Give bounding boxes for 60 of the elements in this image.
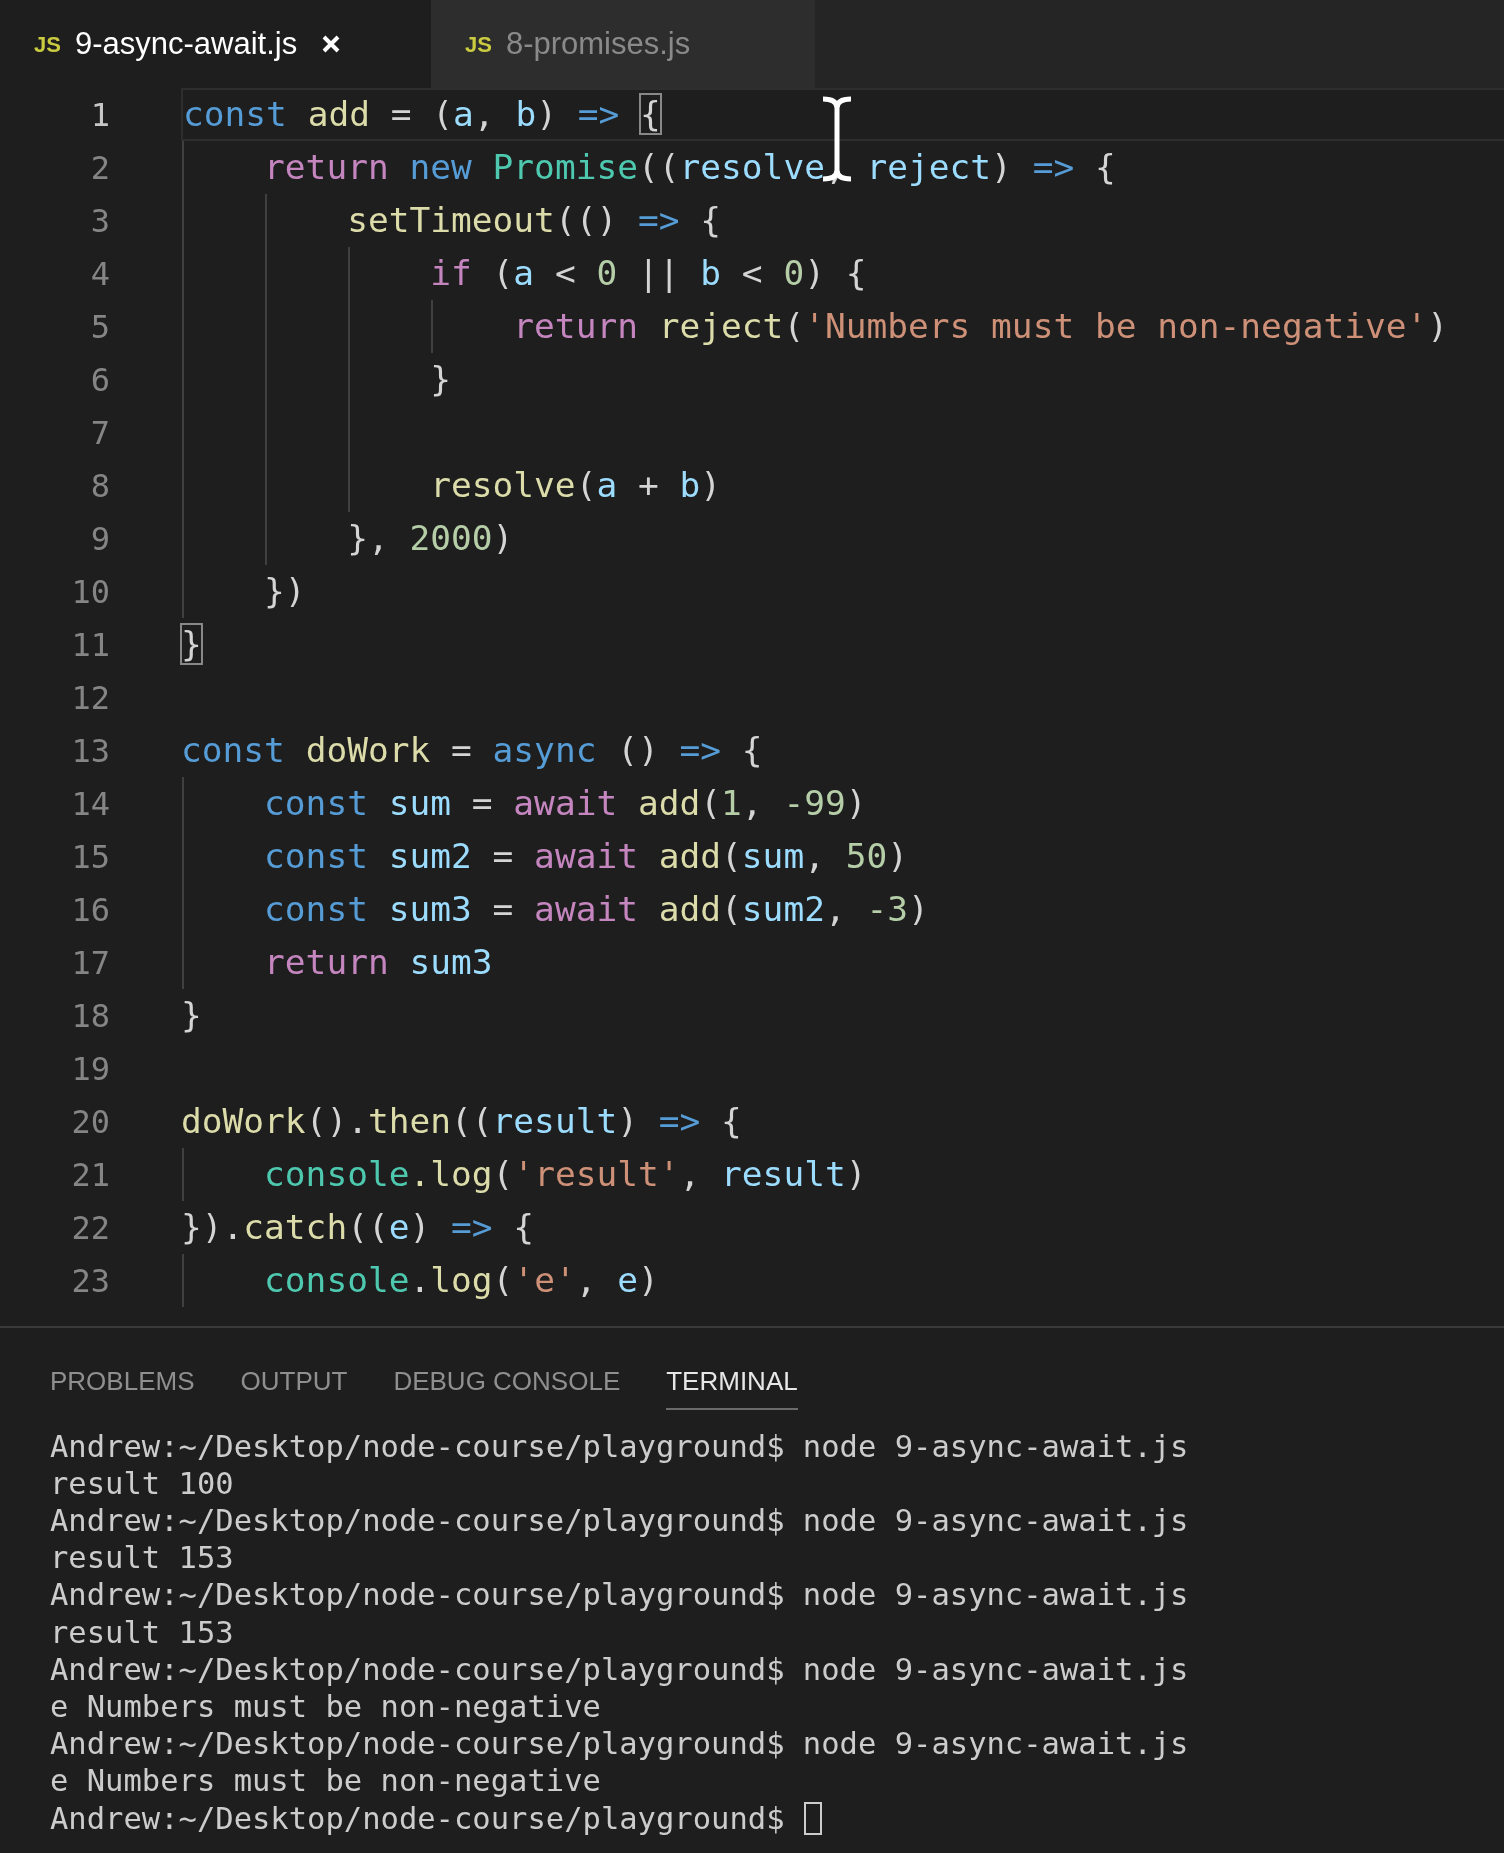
terminal-line: result 153 — [50, 1613, 234, 1652]
code-line: const sum2 = await add(sum, 50) — [263, 839, 909, 874]
terminal-line: Andrew:~/Desktop/node-course/playground$ node 9-async-await.js — [50, 1427, 1189, 1466]
code-line: resolve(a + b) — [429, 468, 722, 503]
terminal-line: Andrew:~/Desktop/node-course/playground$ — [50, 1799, 785, 1838]
line-number: 9 — [89, 518, 110, 560]
code-line: console.log('result', result) — [263, 1157, 867, 1192]
line-number: 12 — [70, 677, 110, 719]
line-number: 1 — [89, 94, 110, 136]
line-number: 5 — [89, 306, 110, 348]
line-number: 22 — [70, 1207, 110, 1249]
code-line: const doWork = async () => { — [181, 733, 763, 768]
line-number: 11 — [70, 624, 110, 666]
line-number: 6 — [89, 359, 110, 401]
line-number: 21 — [70, 1154, 110, 1196]
line-number: 17 — [70, 942, 110, 984]
code-line: }, 2000) — [346, 521, 514, 556]
terminal-line: Andrew:~/Desktop/node-course/playground$ node 9-async-await.js — [50, 1502, 1189, 1541]
terminal-line: e Numbers must be non-negative — [50, 1762, 601, 1801]
line-number: 2 — [89, 147, 110, 189]
code-line: }) — [263, 574, 306, 609]
line-number: 16 — [70, 889, 110, 931]
code-line: setTimeout(() => { — [346, 203, 722, 238]
line-number: 13 — [70, 730, 110, 772]
code-line: }).catch((e) => { — [181, 1210, 535, 1245]
panel-tab[interactable]: DEBUG CONSOLE — [393, 1356, 621, 1410]
terminal-line: result 100 — [50, 1464, 234, 1503]
line-number: 18 — [70, 995, 110, 1037]
line-number: 14 — [70, 783, 110, 825]
terminal-line: Andrew:~/Desktop/node-course/playground$ node 9-async-await.js — [50, 1650, 1189, 1689]
js-file-icon: JS — [465, 27, 492, 61]
panel-tab[interactable]: PROBLEMS — [50, 1356, 195, 1410]
terminal-line: Andrew:~/Desktop/node-course/playground$ node 9-async-await.js — [50, 1725, 1189, 1764]
line-number: 7 — [89, 412, 110, 454]
editor-tab[interactable]: JS 9-async-await.js — [0, 0, 431, 88]
code-line: const sum3 = await add(sum2, -3) — [263, 892, 929, 927]
code-line: console.log('e', e) — [263, 1263, 659, 1298]
line-number: 23 — [70, 1260, 110, 1302]
line-number: 10 — [70, 571, 110, 613]
code-line: if (a < 0 || b < 0) { — [429, 256, 867, 291]
line-number: 3 — [89, 200, 110, 242]
code-line: doWork().then((result) => { — [181, 1104, 742, 1139]
code-line: } — [429, 362, 452, 397]
js-file-icon: JS — [34, 27, 61, 61]
line-number: 8 — [89, 465, 110, 507]
close-icon[interactable] — [321, 34, 342, 54]
line-number: 15 — [70, 836, 110, 878]
panel-tab[interactable]: TERMINAL — [666, 1356, 798, 1410]
panel-tab[interactable]: OUTPUT — [240, 1356, 348, 1410]
terminal-line: result 153 — [50, 1539, 234, 1578]
line-number: 19 — [70, 1048, 110, 1090]
terminal-line: Andrew:~/Desktop/node-course/playground$ node 9-async-await.js — [50, 1576, 1189, 1615]
terminal-line: e Numbers must be non-negative — [50, 1688, 601, 1727]
line-number: 4 — [89, 253, 110, 295]
code-line: const sum = await add(1, -99) — [263, 786, 867, 821]
code-line: return sum3 — [263, 945, 493, 980]
code-line: return reject('Numbers must be non-negative') — [512, 309, 1449, 344]
line-number: 20 — [70, 1101, 110, 1143]
code-line: } — [181, 998, 202, 1033]
editor-tab[interactable]: JS 8-promises.js — [431, 0, 815, 88]
